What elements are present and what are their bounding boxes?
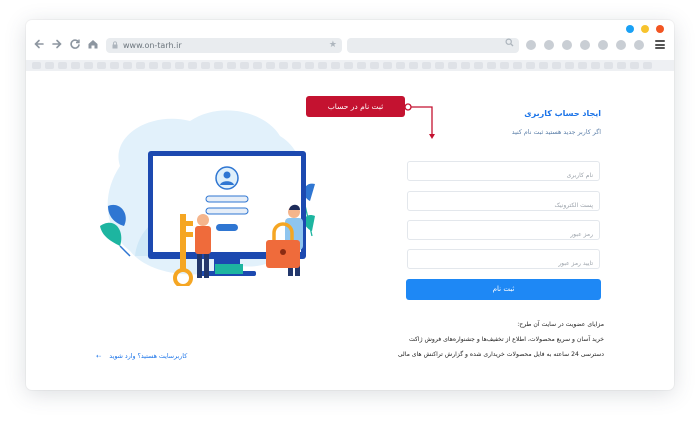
register-tag-label: ثبت نام در حساب xyxy=(306,96,405,117)
shield-icon[interactable] xyxy=(616,40,626,50)
window-dot-blue[interactable] xyxy=(626,25,634,33)
bookmark-placeholder xyxy=(448,62,457,69)
confirm-password-input[interactable] xyxy=(413,254,593,273)
bookmark-placeholder xyxy=(240,62,249,69)
bookmark-placeholder xyxy=(435,62,444,69)
tag-connector-arrow xyxy=(404,103,435,139)
bookmark-placeholder xyxy=(227,62,236,69)
username-input[interactable] xyxy=(413,166,593,185)
forward-arrow-icon[interactable] xyxy=(50,38,64,54)
bookmark-placeholder xyxy=(110,62,119,69)
bookmark-placeholder xyxy=(357,62,366,69)
login-link-label: کاربرسایت هستید؟ وارد شوید xyxy=(109,353,188,360)
bookmark-placeholder xyxy=(526,62,535,69)
info-icon[interactable] xyxy=(562,40,572,50)
bookmark-star-icon[interactable]: ★ xyxy=(329,38,337,53)
bookmark-placeholder xyxy=(266,62,275,69)
bookmark-placeholder xyxy=(84,62,93,69)
bookmark-placeholder xyxy=(344,62,353,69)
email-input[interactable] xyxy=(413,196,593,215)
bookmark-placeholder xyxy=(149,62,158,69)
window-controls xyxy=(626,25,664,33)
bookmark-placeholder xyxy=(487,62,496,69)
bookmark-placeholder xyxy=(136,62,145,69)
bookmark-placeholder xyxy=(500,62,509,69)
bookmark-placeholder xyxy=(162,62,171,69)
bookmark-placeholder xyxy=(331,62,340,69)
bookmark-placeholder xyxy=(539,62,548,69)
cloud-icon[interactable] xyxy=(526,40,536,50)
benefit-line: دسترسی 24 ساعته به فایل محصولات خریداری … xyxy=(397,351,604,358)
lock-icon xyxy=(112,41,118,49)
bookmark-placeholder xyxy=(71,62,80,69)
bookmark-placeholder xyxy=(292,62,301,69)
bookmark-placeholder xyxy=(45,62,54,69)
bookmark-placeholder xyxy=(201,62,210,69)
bookmark-placeholder xyxy=(253,62,262,69)
bookmark-placeholder xyxy=(552,62,561,69)
register-submit-button[interactable]: ثبت نام xyxy=(406,279,601,300)
bookmark-placeholder xyxy=(565,62,574,69)
bookmark-placeholder xyxy=(591,62,600,69)
bookmark-placeholder xyxy=(604,62,613,69)
browser-window: www.on-tarh.ir ★ ثبت نام در حساب ایجاد ح… xyxy=(26,20,674,390)
arrow-left-icon: ⇠ xyxy=(96,353,102,360)
bookmark-placeholder xyxy=(305,62,314,69)
back-arrow-icon[interactable] xyxy=(32,38,46,54)
username-field[interactable] xyxy=(407,161,600,185)
search-icon[interactable] xyxy=(505,38,514,53)
bookmark-placeholder xyxy=(97,62,106,69)
bookmark-placeholder xyxy=(370,62,379,69)
bookmark-placeholder xyxy=(383,62,392,69)
password-field[interactable] xyxy=(407,220,600,244)
form-title: ایجاد حساب کاربری xyxy=(524,109,601,118)
bookmark-placeholder xyxy=(318,62,327,69)
bookmark-placeholder xyxy=(513,62,522,69)
bookmark-placeholder xyxy=(175,62,184,69)
confirm-password-field[interactable] xyxy=(407,249,600,273)
bookmark-placeholder xyxy=(474,62,483,69)
url-text: www.on-tarh.ir xyxy=(123,41,182,50)
hamburger-menu-icon[interactable] xyxy=(655,40,665,49)
bookmark-placeholder xyxy=(58,62,67,69)
window-dot-red[interactable] xyxy=(656,25,664,33)
bookmark-placeholder xyxy=(578,62,587,69)
window-dot-yellow[interactable] xyxy=(641,25,649,33)
bookmark-placeholder xyxy=(643,62,652,69)
bookmarks-strip xyxy=(26,60,674,71)
benefit-line: خرید آسان و سریع محصولات، اطلاع از تخفیف… xyxy=(409,336,604,343)
heart-icon[interactable] xyxy=(634,40,644,50)
login-link[interactable]: کاربرسایت هستید؟ وارد شوید ⇠ xyxy=(96,353,187,360)
bookmark-placeholder xyxy=(279,62,288,69)
bookmark-placeholder xyxy=(422,62,431,69)
bookmark-placeholder xyxy=(123,62,132,69)
browser-toolbar: www.on-tarh.ir ★ xyxy=(26,36,674,58)
bookmark-placeholder xyxy=(32,62,41,69)
benefits-heading: مزایای عضویت در سایت آن طرح: xyxy=(517,321,604,328)
address-bar[interactable]: www.on-tarh.ir ★ xyxy=(106,38,342,53)
gamepad-icon[interactable] xyxy=(580,40,590,50)
bookmark-placeholder xyxy=(409,62,418,69)
form-subtitle: اگر کاربر جدید هستید ثبت نام کنید xyxy=(511,129,601,136)
video-icon[interactable] xyxy=(598,40,608,50)
home-icon[interactable] xyxy=(86,38,100,54)
search-bar[interactable] xyxy=(347,38,519,53)
reload-icon[interactable] xyxy=(68,38,82,54)
email-field[interactable] xyxy=(407,191,600,215)
bookmark-placeholder xyxy=(461,62,470,69)
registration-illustration xyxy=(100,110,315,286)
membership-benefits: مزایای عضویت در سایت آن طرح: خرید آسان و… xyxy=(344,321,604,366)
bookmark-placeholder xyxy=(396,62,405,69)
camera-icon[interactable] xyxy=(544,40,554,50)
password-input[interactable] xyxy=(413,225,593,244)
bookmark-placeholder xyxy=(214,62,223,69)
bookmark-placeholder xyxy=(617,62,626,69)
bookmark-placeholder xyxy=(188,62,197,69)
bookmark-placeholder xyxy=(630,62,639,69)
